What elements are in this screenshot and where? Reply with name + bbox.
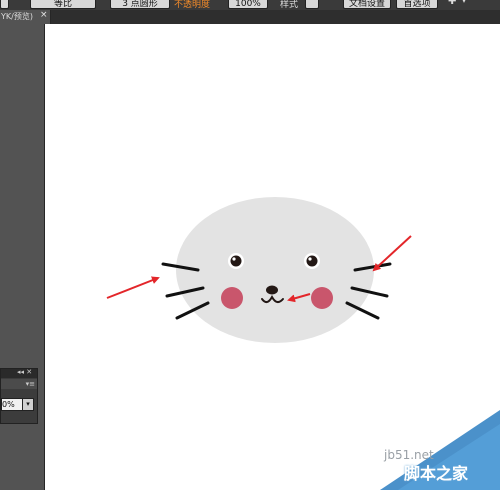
- stroke-profile-field[interactable]: 等比: [30, 0, 96, 9]
- left-eye-highlight: [232, 257, 236, 261]
- left-eye: [230, 255, 242, 267]
- collapse-icon[interactable]: ◂◂ ✕: [17, 368, 32, 376]
- transparency-panel: ◂◂ ✕ ▾≡ 0% ▾: [0, 368, 38, 424]
- style-swatch[interactable]: [305, 0, 319, 9]
- opacity-label[interactable]: 不透明度: [174, 0, 210, 10]
- annotation-arrow-right: [372, 235, 412, 272]
- preferences-button[interactable]: 首选项: [396, 0, 438, 9]
- panel-tab-row: ▾≡: [1, 379, 37, 389]
- close-icon[interactable]: ×: [40, 10, 48, 20]
- right-cheek: [311, 287, 333, 309]
- watermark-brand-text: 脚本之家: [404, 464, 469, 483]
- brush-definition-field[interactable]: 3 点圆形: [110, 0, 170, 9]
- panel-menu-icon[interactable]: ▾≡: [26, 380, 35, 388]
- left-cheek: [221, 287, 243, 309]
- control-bar: 等比 3 点圆形 不透明度 100% 样式 文档设置 首选项 ✚ ▾: [0, 0, 500, 10]
- document-tab-title: YK/预览): [1, 12, 33, 21]
- opacity-field[interactable]: 100%: [228, 0, 268, 9]
- annotation-arrow-left: [106, 276, 160, 299]
- control-bar-left-button[interactable]: [0, 0, 9, 9]
- document-setup-button[interactable]: 文档设置: [343, 0, 391, 9]
- right-eye-highlight: [308, 257, 312, 261]
- arrange-dropdown-icon[interactable]: ▾: [462, 0, 466, 5]
- seal-face[interactable]: [176, 197, 374, 343]
- style-label[interactable]: 样式: [280, 0, 298, 10]
- chevron-down-icon[interactable]: ▾: [22, 398, 34, 411]
- document-tab[interactable]: YK/预览) ×: [0, 10, 51, 24]
- nose: [266, 285, 278, 295]
- right-eye: [306, 255, 318, 267]
- panel-header[interactable]: ◂◂ ✕: [1, 368, 37, 378]
- opacity-input[interactable]: 0%: [1, 398, 23, 411]
- arrange-icon[interactable]: ✚: [448, 0, 456, 7]
- document-tab-bar: YK/预览) ×: [0, 10, 500, 24]
